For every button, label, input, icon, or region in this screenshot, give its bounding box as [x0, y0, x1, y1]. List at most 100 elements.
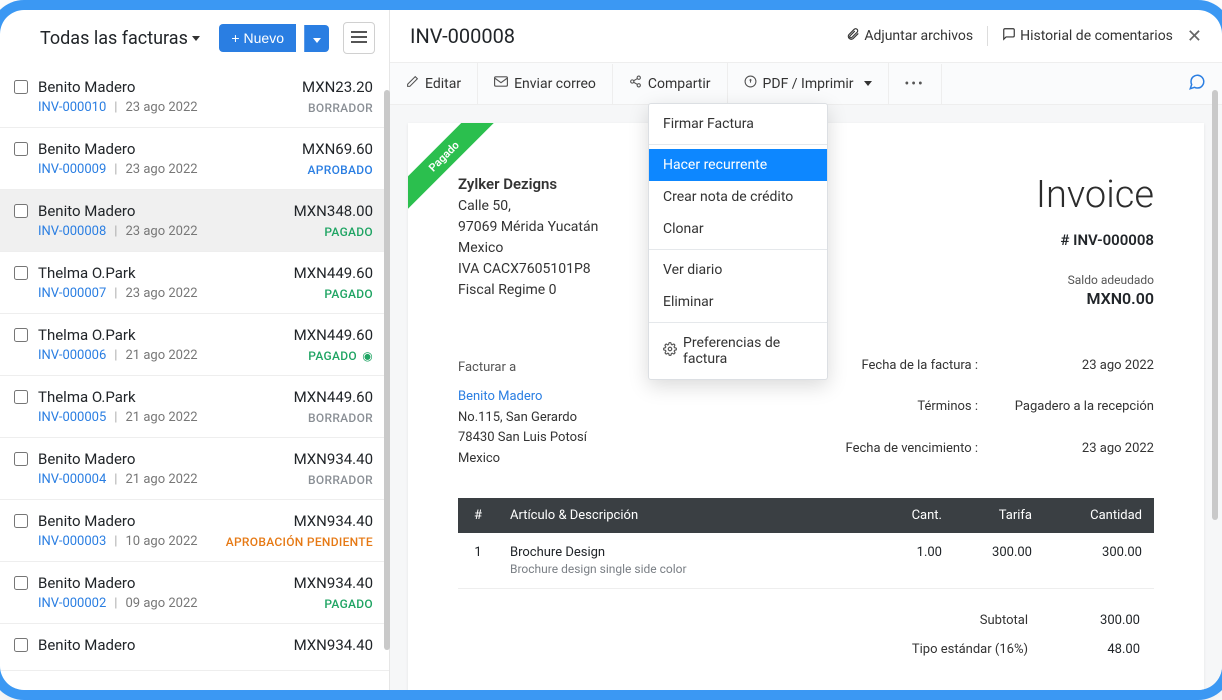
menu-sign-invoice[interactable]: Firmar Factura — [649, 108, 827, 140]
balance-value: MXN0.00 — [1036, 289, 1154, 308]
invoice-amount: MXN934.40 — [294, 450, 373, 468]
history-label: Historial de comentarios — [1020, 28, 1173, 44]
new-invoice-split-button[interactable] — [304, 25, 329, 52]
bill-to-name[interactable]: Benito Madero — [458, 387, 587, 408]
invoice-date: 09 ago 2022 — [125, 596, 197, 611]
menu-divider — [649, 322, 827, 323]
menu-divider — [649, 249, 827, 250]
invoice-date: 23 ago 2022 — [125, 162, 197, 177]
invoice-list-row[interactable]: Benito MaderoMXN934.40INV-000004|21 ago … — [0, 438, 389, 500]
invoice-list-row[interactable]: Benito MaderoMXN348.00INV-000008|23 ago … — [0, 190, 389, 252]
menu-journal[interactable]: Ver diario — [649, 254, 827, 286]
chevron-down-icon — [313, 38, 321, 43]
invoice-date: 21 ago 2022 — [125, 410, 197, 425]
bill-country: Mexico — [458, 449, 587, 470]
pdf-icon — [744, 75, 757, 92]
invoice-list-row[interactable]: Benito MaderoMXN934.40INV-000003|10 ago … — [0, 500, 389, 562]
separator: | — [114, 596, 117, 611]
invoice-number: # INV-000008 — [1036, 231, 1154, 249]
terms-value: Pagadero a la recepción — [1004, 399, 1154, 414]
invoice-date: 23 ago 2022 — [125, 100, 197, 115]
row-checkbox[interactable] — [14, 452, 28, 466]
separator: | — [114, 162, 117, 177]
share-button[interactable]: Compartir — [613, 63, 728, 104]
invoice-list-row[interactable]: Thelma O.ParkMXN449.60INV-000005|21 ago … — [0, 376, 389, 438]
th-num: # — [458, 498, 498, 533]
menu-delete[interactable]: Eliminar — [649, 286, 827, 318]
send-label: Enviar correo — [514, 76, 596, 92]
close-button[interactable]: ✕ — [1187, 26, 1202, 47]
row-checkbox[interactable] — [14, 514, 28, 528]
status-badge: PAGADO ◉ — [308, 349, 373, 363]
row-checkbox[interactable] — [14, 390, 28, 404]
invoice-link[interactable]: INV-000007 — [38, 286, 106, 301]
customer-name: Benito Madero — [38, 78, 135, 96]
scrollbar-thumb[interactable] — [1212, 90, 1218, 520]
share-label: Compartir — [648, 76, 711, 92]
divider — [987, 26, 988, 46]
comments-history-link[interactable]: Historial de comentarios — [1002, 27, 1173, 45]
row-checkbox[interactable] — [14, 266, 28, 280]
new-invoice-button[interactable]: + Nuevo — [219, 24, 296, 52]
due-date-label: Fecha de vencimiento : — [846, 441, 978, 456]
invoice-link[interactable]: INV-000002 — [38, 596, 106, 611]
ribbon-label: Pagado — [408, 123, 502, 214]
invoice-amount: MXN934.40 — [294, 574, 373, 592]
chat-support-button[interactable] — [1188, 73, 1206, 95]
plus-icon: + — [231, 30, 239, 46]
list-options-button[interactable] — [343, 22, 375, 54]
invoice-link[interactable]: INV-000005 — [38, 410, 106, 425]
edit-label: Editar — [425, 76, 461, 92]
status-badge: BORRADOR — [308, 473, 373, 487]
menu-make-recurring[interactable]: Hacer recurrente — [649, 149, 827, 181]
invoice-list-row[interactable]: Thelma O.ParkMXN449.60INV-000007|23 ago … — [0, 252, 389, 314]
menu-divider — [649, 144, 827, 145]
invoice-link[interactable]: INV-000006 — [38, 348, 106, 363]
customer-name: Thelma O.Park — [38, 388, 136, 406]
invoice-date: 21 ago 2022 — [125, 472, 197, 487]
send-email-button[interactable]: Enviar correo — [478, 64, 613, 104]
invoice-date-label: Fecha de la factura : — [846, 358, 978, 373]
invoice-amount: MXN934.40 — [294, 512, 373, 530]
invoice-link[interactable]: INV-000010 — [38, 100, 106, 115]
row-checkbox[interactable] — [14, 328, 28, 342]
invoice-list-row[interactable]: Thelma O.ParkMXN449.60INV-000006|21 ago … — [0, 314, 389, 376]
more-actions-menu: Firmar Factura Hacer recurrente Crear no… — [648, 103, 828, 380]
th-qty: Cant. — [874, 498, 954, 533]
invoice-amount: MXN23.20 — [302, 78, 373, 96]
menu-credit-note[interactable]: Crear nota de crédito — [649, 181, 827, 213]
due-date-value: 23 ago 2022 — [1004, 441, 1154, 456]
status-badge: APROBADO — [308, 163, 373, 177]
invoice-date: 23 ago 2022 — [125, 286, 197, 301]
menu-preferences[interactable]: Preferencias de factura — [649, 327, 827, 375]
chevron-down-icon — [192, 36, 200, 41]
gear-icon — [663, 342, 677, 360]
row-checkbox[interactable] — [14, 638, 28, 652]
line-amount: 300.00 — [1044, 533, 1154, 589]
attach-files-link[interactable]: Adjuntar archivos — [846, 27, 973, 45]
menu-clone[interactable]: Clonar — [649, 213, 827, 245]
status-badge: PAGADO — [324, 225, 373, 239]
row-checkbox[interactable] — [14, 142, 28, 156]
invoice-link[interactable]: INV-000003 — [38, 534, 106, 549]
more-actions-button[interactable]: ••• — [889, 64, 942, 104]
filter-dropdown[interactable]: Todas las facturas — [40, 28, 200, 49]
pencil-icon — [406, 75, 419, 92]
th-amount: Cantidad — [1044, 498, 1154, 533]
invoice-link[interactable]: INV-000008 — [38, 224, 106, 239]
edit-button[interactable]: Editar — [390, 63, 478, 104]
invoice-list-row[interactable]: Benito MaderoMXN23.20INV-000010|23 ago 2… — [0, 66, 389, 128]
status-badge: BORRADOR — [308, 411, 373, 425]
row-checkbox[interactable] — [14, 576, 28, 590]
invoice-link[interactable]: INV-000004 — [38, 472, 106, 487]
invoice-list-row[interactable]: Benito MaderoMXN69.60INV-000009|23 ago 2… — [0, 128, 389, 190]
invoice-list-row[interactable]: Benito MaderoMXN934.40 — [0, 624, 389, 671]
eye-icon: ◉ — [359, 349, 373, 363]
invoice-date: 21 ago 2022 — [125, 348, 197, 363]
row-checkbox[interactable] — [14, 204, 28, 218]
pdf-print-button[interactable]: PDF / Imprimir — [728, 63, 889, 104]
bill-to-label: Facturar a — [458, 358, 587, 379]
invoice-link[interactable]: INV-000009 — [38, 162, 106, 177]
row-checkbox[interactable] — [14, 80, 28, 94]
invoice-list-row[interactable]: Benito MaderoMXN934.40INV-000002|09 ago … — [0, 562, 389, 624]
